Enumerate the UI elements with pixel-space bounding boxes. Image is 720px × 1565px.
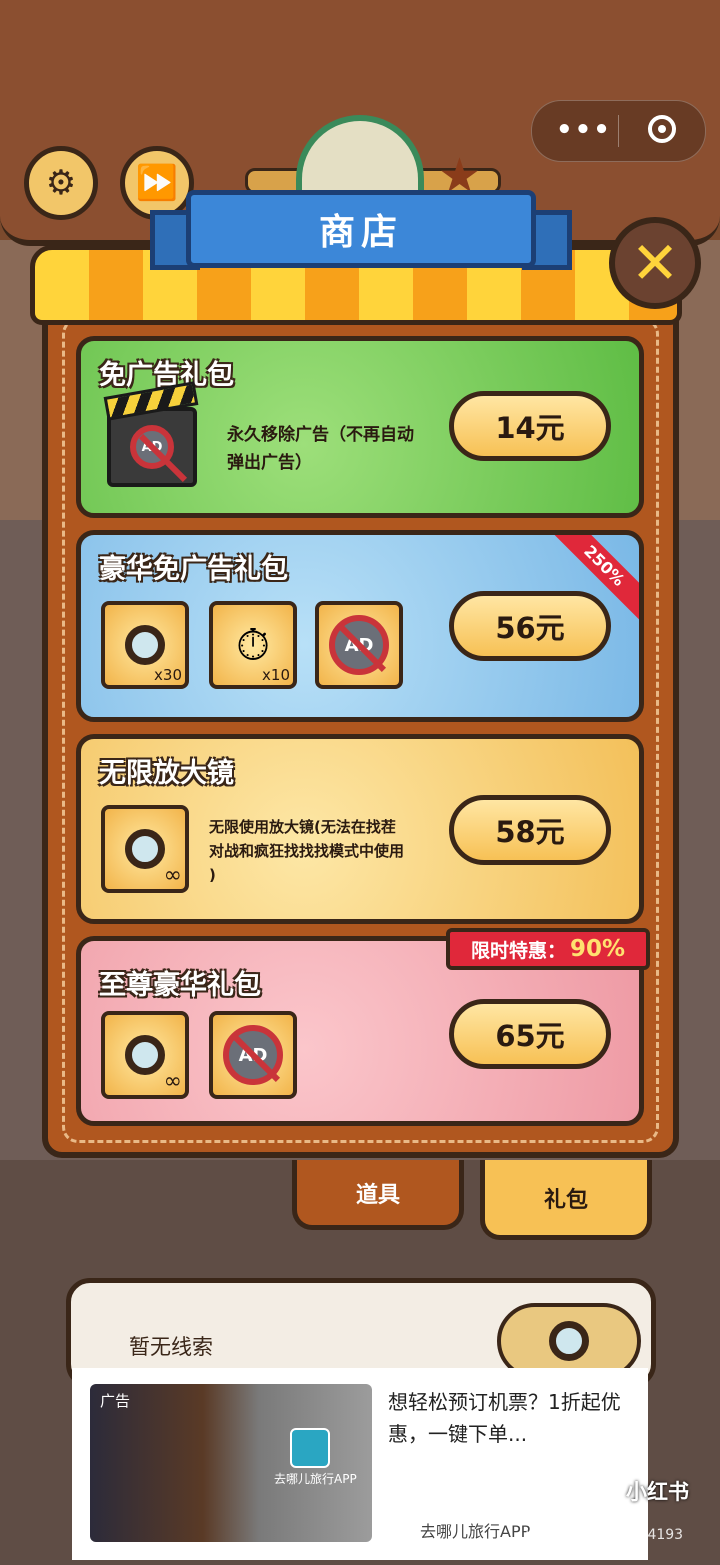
ad-headline[interactable]: 想轻松预订机票？1折起优惠，一键下单... bbox=[388, 1386, 638, 1450]
no-ads-icon: AD bbox=[130, 425, 174, 469]
magnifier-icon bbox=[125, 1035, 165, 1075]
unlimited-magnifier-item: ∞ bbox=[101, 805, 189, 893]
price-button[interactable]: 56元 bbox=[449, 591, 611, 661]
item-count: x30 bbox=[154, 666, 182, 684]
package-title: 无限放大镜 bbox=[99, 758, 234, 789]
limit-percent: 90% bbox=[569, 936, 626, 962]
magnifier-icon bbox=[125, 829, 165, 869]
stopwatch-icon: ⏱ bbox=[235, 619, 271, 671]
desc-line: 无限使用放大镜(无法在找茬 bbox=[209, 818, 396, 836]
desc-line: 永久移除广告（不再自动 bbox=[227, 425, 414, 445]
desc-line: 弹出广告） bbox=[227, 453, 312, 473]
tab-items[interactable]: 道具 bbox=[292, 1160, 464, 1230]
settings-button[interactable]: ⚙ bbox=[24, 146, 98, 220]
close-button[interactable]: ✕ bbox=[609, 217, 701, 309]
infinity-icon: ∞ bbox=[163, 1069, 182, 1094]
ad-source[interactable]: 去哪儿旅行APP bbox=[420, 1518, 530, 1542]
fast-forward-icon: ⏩ bbox=[135, 163, 179, 203]
gear-icon: ⚙ bbox=[45, 163, 77, 203]
limited-offer-badge: 限时特惠： 90% bbox=[446, 928, 650, 970]
timer-item: ⏱ x10 bbox=[209, 601, 297, 689]
watermark-brand: 小红书 bbox=[626, 1480, 689, 1504]
magnifier-icon bbox=[549, 1321, 589, 1361]
package-title: 豪华免广告礼包 bbox=[99, 554, 288, 585]
close-icon: ✕ bbox=[630, 229, 680, 297]
fast-forward-button[interactable]: ⏩ bbox=[120, 146, 194, 220]
item-count: x10 bbox=[262, 666, 290, 684]
more-menu-icon[interactable]: ••• bbox=[556, 115, 612, 145]
desc-line: 对战和疯狂找找找模式中使用 bbox=[209, 842, 405, 860]
clue-text: 暂无线索 bbox=[129, 1335, 213, 1359]
ad-image-app-name: 去哪儿旅行APP bbox=[274, 1472, 357, 1486]
limit-label: 限时特惠： bbox=[470, 939, 566, 962]
package-card-deluxe-no-ads[interactable]: 豪华免广告礼包 250% x30 ⏱ x10 AD 56元 bbox=[76, 530, 644, 722]
package-title: 至尊豪华礼包 bbox=[99, 970, 261, 1001]
shop-title: 商店 bbox=[186, 190, 536, 268]
package-card-unlimited-magnifier[interactable]: 无限放大镜 ∞ 无限使用放大镜(无法在找茬 对战和疯狂找找找模式中使用 ) 58… bbox=[76, 734, 644, 924]
price-button[interactable]: 65元 bbox=[449, 999, 611, 1069]
package-card-no-ads[interactable]: 免广告礼包 AD 永久移除广告（不再自动 弹出广告） 14元 bbox=[76, 336, 644, 518]
package-description: 无限使用放大镜(无法在找茬 对战和疯狂找找找模式中使用 ) bbox=[209, 815, 404, 887]
capsule-divider bbox=[618, 115, 619, 147]
no-ads-item: AD bbox=[209, 1011, 297, 1099]
mini-program-capsule: ••• bbox=[531, 100, 706, 162]
infinity-icon: ∞ bbox=[163, 863, 182, 888]
no-ads-icon: AD bbox=[223, 1025, 283, 1085]
no-ads-item: AD bbox=[315, 601, 403, 689]
magnifier-icon bbox=[125, 625, 165, 665]
desc-line: ) bbox=[209, 866, 216, 884]
package-description: 永久移除广告（不再自动 弹出广告） bbox=[227, 421, 414, 477]
record-icon[interactable] bbox=[648, 115, 676, 143]
tab-gifts[interactable]: 礼包 bbox=[480, 1160, 652, 1240]
ad-image[interactable]: 广告 去哪儿旅行APP bbox=[90, 1384, 372, 1542]
no-ads-icon: AD bbox=[329, 615, 389, 675]
qunar-logo-icon bbox=[290, 1428, 330, 1468]
price-button[interactable]: 14元 bbox=[449, 391, 611, 461]
watermark-id: 小红书号：2679784193 bbox=[524, 1527, 684, 1543]
price-button[interactable]: 58元 bbox=[449, 795, 611, 865]
ad-label: 广告 bbox=[100, 1392, 131, 1410]
unlimited-magnifier-item: ∞ bbox=[101, 1011, 189, 1099]
magnifier-item: x30 bbox=[101, 601, 189, 689]
clapperboard-icon: AD bbox=[107, 407, 197, 487]
